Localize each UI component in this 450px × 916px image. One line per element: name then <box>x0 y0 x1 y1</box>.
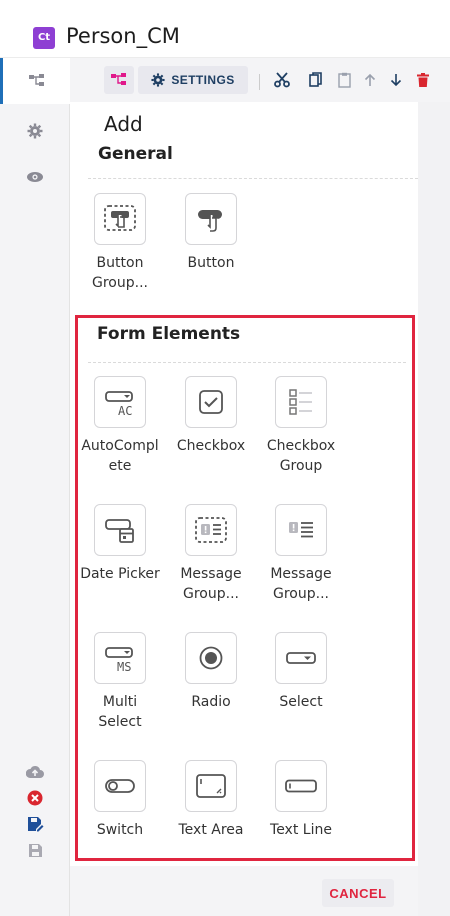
cloud-upload-icon <box>26 765 44 778</box>
arrow-down-icon <box>390 74 402 87</box>
paste-button[interactable] <box>332 66 356 94</box>
settings-rail-button[interactable] <box>0 108 70 154</box>
move-up-button[interactable] <box>359 66 381 94</box>
date-picker-icon <box>105 519 134 543</box>
tree-toggle-button[interactable] <box>104 66 134 94</box>
save-edit-button[interactable] <box>20 810 50 838</box>
close-circle-icon <box>27 790 43 806</box>
app-title: Person_CM <box>66 24 180 48</box>
component-text-line[interactable]: Text Line <box>261 760 341 840</box>
component-label: Button Group... <box>92 255 148 291</box>
component-label: Text Line <box>270 822 332 838</box>
text-area-icon <box>196 774 226 798</box>
trash-icon <box>417 73 429 87</box>
app-badge: Ct <box>33 27 55 49</box>
panel-title: Add <box>104 112 143 136</box>
autocomplete-icon: AC <box>105 391 133 417</box>
component-message-group[interactable]: Message Group... <box>171 504 251 604</box>
component-button-group[interactable]: Button Group... <box>80 193 160 293</box>
component-label: Checkbox <box>176 438 246 454</box>
component-date-picker[interactable]: Date Picker <box>80 504 160 584</box>
message-group-alt-icon <box>289 522 313 538</box>
upload-button[interactable] <box>20 758 50 786</box>
discard-button[interactable] <box>20 784 50 812</box>
select-icon <box>286 652 316 664</box>
settings-button[interactable]: SETTINGS <box>138 66 248 94</box>
component-radio[interactable]: Radio <box>171 632 251 712</box>
component-multi-select[interactable]: MS Multi Select <box>80 632 160 732</box>
text-line-icon <box>285 779 317 793</box>
component-label: Button <box>187 255 235 271</box>
component-checkbox-group[interactable]: Checkbox Group <box>261 376 341 476</box>
tree-view-button[interactable] <box>0 58 70 104</box>
arrow-up-icon <box>364 73 376 86</box>
component-label: Date Picker <box>80 566 160 582</box>
component-select[interactable]: Select <box>261 632 341 712</box>
checkbox-icon <box>199 390 223 414</box>
scissors-icon <box>274 72 290 88</box>
canvas-area <box>418 102 450 916</box>
copy-button[interactable] <box>304 66 328 94</box>
svg-text:AC: AC <box>118 404 132 417</box>
move-down-button[interactable] <box>385 66 407 94</box>
save-icon <box>28 843 42 857</box>
save-button[interactable] <box>20 836 50 864</box>
cancel-button[interactable]: CANCEL <box>322 879 394 907</box>
button-icon <box>198 210 222 234</box>
message-group-icon <box>195 517 227 543</box>
component-checkbox[interactable]: Checkbox <box>171 376 251 456</box>
left-rail <box>0 58 70 916</box>
component-message-group-alt[interactable]: Message Group... <box>261 504 341 604</box>
component-switch[interactable]: Switch <box>80 760 160 840</box>
component-label: Message Group... <box>270 566 332 602</box>
clipboard-icon <box>337 72 351 88</box>
component-button[interactable]: Button <box>171 193 251 273</box>
tree-icon <box>111 73 126 85</box>
component-label: Message Group... <box>180 566 242 602</box>
component-label: Checkbox Group <box>266 438 336 474</box>
section-divider <box>88 362 406 363</box>
multi-select-icon: MS <box>105 647 133 673</box>
section-divider <box>88 178 418 179</box>
section-form-elements-heading: Form Elements <box>97 324 241 344</box>
radio-icon <box>199 646 223 670</box>
component-label: AutoComplete <box>81 438 159 474</box>
component-label: Multi Select <box>98 694 142 730</box>
eye-icon <box>27 172 43 182</box>
title-bar: Ct Person_CM <box>0 0 450 58</box>
svg-text:MS: MS <box>117 660 131 673</box>
preview-rail-button[interactable] <box>0 154 70 200</box>
panel-footer: CANCEL <box>70 866 418 916</box>
delete-button[interactable] <box>412 66 434 94</box>
add-panel: Add General Button Group... Button Form … <box>70 102 418 916</box>
component-text-area[interactable]: Text Area <box>171 760 251 840</box>
save-edit-icon <box>27 817 43 832</box>
tree-icon <box>28 74 44 86</box>
gear-icon <box>151 73 165 87</box>
component-label: Radio <box>191 694 231 710</box>
toolbar-divider <box>259 74 260 90</box>
button-group-icon <box>104 205 136 231</box>
component-label: Switch <box>96 822 144 838</box>
section-general-heading: General <box>98 144 173 164</box>
gear-icon <box>27 123 43 139</box>
component-label: Text Area <box>178 822 244 838</box>
checkbox-group-icon <box>289 389 312 415</box>
copy-icon <box>309 72 322 87</box>
component-label: Select <box>279 694 323 710</box>
component-autocomplete[interactable]: AC AutoComplete <box>80 376 160 476</box>
toolbar: SETTINGS <box>70 58 450 102</box>
settings-label: SETTINGS <box>171 73 235 87</box>
switch-icon <box>105 779 135 793</box>
cut-button[interactable] <box>270 66 294 94</box>
